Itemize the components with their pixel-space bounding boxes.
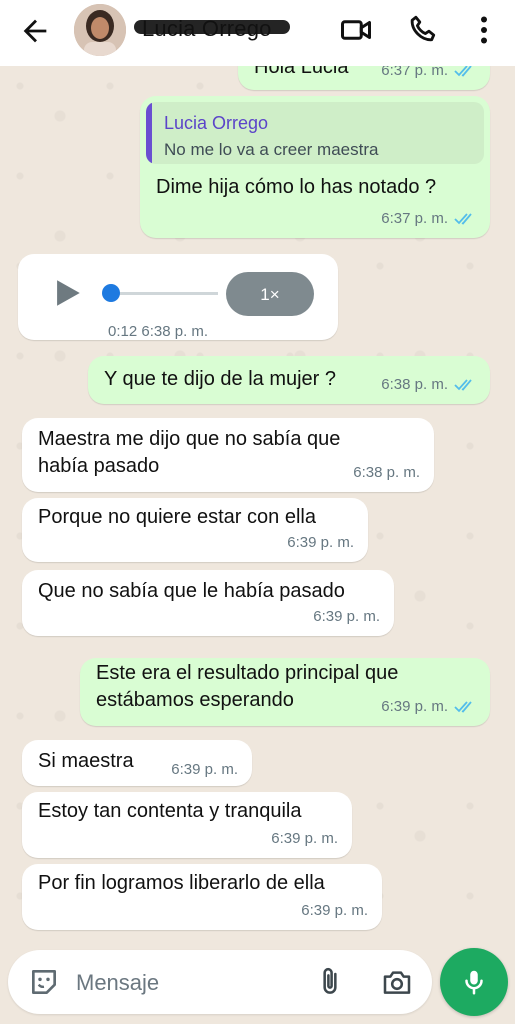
message-text: Estoy tan contenta y tranquila xyxy=(38,800,302,822)
message-incoming[interactable]: Que no sabía que le había pasado 6:39 p.… xyxy=(22,570,394,636)
message-outgoing[interactable]: Hola Lucia 6:37 p. m. xyxy=(238,66,490,90)
read-receipt-icon xyxy=(454,700,472,713)
quote-accent-bar xyxy=(146,102,152,164)
message-time: 6:39 p. m. xyxy=(301,902,368,919)
message-input[interactable] xyxy=(74,964,298,1002)
more-options-icon[interactable] xyxy=(466,12,502,48)
message-time: 6:39 p. m. xyxy=(381,698,448,715)
quote-text: No me lo va a creer maestra xyxy=(164,140,379,159)
avatar[interactable] xyxy=(74,4,126,56)
message-meta: 6:39 p. m. xyxy=(313,603,380,630)
message-outgoing[interactable]: Este era el resultado principal que está… xyxy=(80,658,490,726)
message-text: Si maestra xyxy=(38,750,134,772)
audio-meta: 0:12 6:38 p. m. xyxy=(108,318,208,345)
read-receipt-icon xyxy=(454,212,472,225)
message-time: 6:39 p. m. xyxy=(313,608,380,625)
message-meta: 6:39 p. m. xyxy=(381,693,476,720)
back-arrow-icon[interactable] xyxy=(18,14,52,48)
video-call-icon[interactable] xyxy=(338,12,374,48)
message-meta: 6:39 p. m. xyxy=(287,529,354,556)
message-meta: 6:38 p. m. xyxy=(353,459,420,486)
message-text: Dime hija cómo lo has notado ? xyxy=(156,176,437,198)
message-time: 6:39 p. m. xyxy=(287,534,354,551)
camera-icon[interactable] xyxy=(380,966,414,998)
audio-duration: 0:12 xyxy=(108,323,138,340)
message-incoming[interactable]: Estoy tan contenta y tranquila 6:39 p. m… xyxy=(22,792,352,858)
quoted-message[interactable]: Lucia Orrego No me lo va a creer maestra xyxy=(146,102,484,164)
message-text: Y que te dijo de la mujer ? xyxy=(104,368,337,390)
read-receipt-icon xyxy=(454,378,472,391)
name-redaction-mark xyxy=(134,20,290,34)
message-text: Hola Lucia xyxy=(254,66,349,78)
mic-button[interactable] xyxy=(440,948,508,1016)
audio-progress-handle[interactable] xyxy=(102,284,120,302)
message-time: 6:39 p. m. xyxy=(171,761,238,778)
audio-progress-track[interactable] xyxy=(110,292,218,295)
voice-message[interactable]: 1× 0:12 6:38 p. m. xyxy=(18,254,338,340)
message-meta: 6:39 p. m. xyxy=(271,825,338,852)
message-time: 6:37 p. m. xyxy=(381,66,448,79)
playback-speed-button[interactable]: 1× xyxy=(226,272,314,316)
message-time: 6:37 p. m. xyxy=(381,210,448,227)
message-incoming[interactable]: Porque no quiere estar con ella 6:39 p. … xyxy=(22,498,368,562)
message-outgoing[interactable]: Lucia Orrego No me lo va a creer maestra… xyxy=(140,96,490,238)
message-meta: 6:38 p. m. xyxy=(381,371,476,398)
chat-area[interactable]: Hola Lucia 6:37 p. m. Lucia Orrego No me… xyxy=(0,66,515,946)
message-time: 6:39 p. m. xyxy=(271,830,338,847)
message-time: 6:38 p. m. xyxy=(381,376,448,393)
message-incoming[interactable]: Por fin logramos liberarlo de ella 6:39 … xyxy=(22,864,382,930)
message-meta: 6:37 p. m. xyxy=(381,205,476,232)
message-text: Este era el resultado principal que está… xyxy=(96,662,399,711)
message-composer xyxy=(8,950,432,1014)
message-time: 6:38 p. m. xyxy=(141,323,209,340)
message-outgoing[interactable]: Y que te dijo de la mujer ? 6:38 p. m. xyxy=(88,356,490,404)
message-time: 6:38 p. m. xyxy=(353,464,420,481)
message-text: Que no sabía que le había pasado xyxy=(38,580,345,602)
message-meta: 6:39 p. m. xyxy=(301,897,368,924)
play-icon[interactable] xyxy=(50,276,84,310)
read-receipt-icon xyxy=(454,66,472,77)
message-text: Porque no quiere estar con ella xyxy=(38,506,316,528)
voice-call-icon[interactable] xyxy=(406,12,442,48)
message-meta: 6:39 p. m. xyxy=(171,756,238,783)
quote-author: Lucia Orrego xyxy=(164,113,269,133)
emoji-icon[interactable] xyxy=(28,966,60,998)
message-text: Por fin logramos liberarlo de ella xyxy=(38,872,325,894)
attach-icon[interactable] xyxy=(314,966,346,998)
message-meta: 6:37 p. m. xyxy=(381,66,476,84)
message-text: Maestra me dijo que no sabía que había p… xyxy=(38,428,341,477)
message-incoming[interactable]: Si maestra 6:39 p. m. xyxy=(22,740,252,786)
message-incoming[interactable]: Maestra me dijo que no sabía que había p… xyxy=(22,418,434,492)
mic-icon xyxy=(465,970,483,995)
chat-header: Lucia Orrego xyxy=(0,0,515,66)
